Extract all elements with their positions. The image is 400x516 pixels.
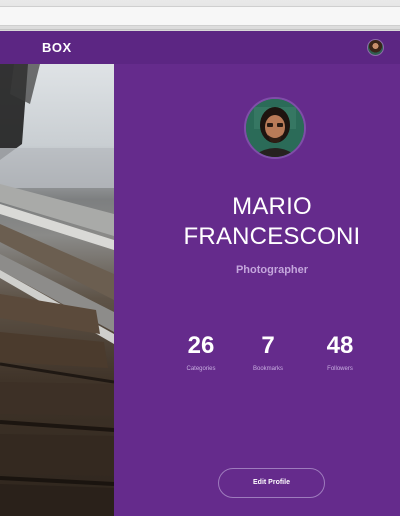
top-navigation-bar: BOX (0, 31, 400, 64)
profile-avatar[interactable] (244, 97, 306, 159)
profile-name-first: MARIO (232, 193, 312, 220)
profile-name: MARIO FRANCESCONI (114, 192, 400, 252)
profile-role: Photographer (235, 264, 309, 276)
stat-value: 48 (326, 332, 354, 359)
user-avatar[interactable] (367, 39, 384, 56)
profile-avatar-art (246, 99, 304, 157)
stat-label: Followers (327, 366, 353, 372)
edit-profile-button[interactable]: Edit Profile (218, 468, 325, 498)
profile-name-last: FRANCESCONI (183, 223, 361, 250)
stat-followers[interactable]: 48 Followers (295, 332, 385, 372)
app-window: BOX MARIO FRANCESCONI Photographer 26 Ca… (0, 31, 400, 516)
browser-toolbar (0, 0, 400, 30)
browser-address-bar[interactable] (0, 6, 400, 26)
cover-photo (0, 64, 114, 516)
profile-panel: MARIO FRANCESCONI Photographer 26 Catego… (114, 64, 400, 516)
railway-photo-art (0, 64, 114, 516)
brand-logo[interactable]: BOX (42, 40, 72, 55)
